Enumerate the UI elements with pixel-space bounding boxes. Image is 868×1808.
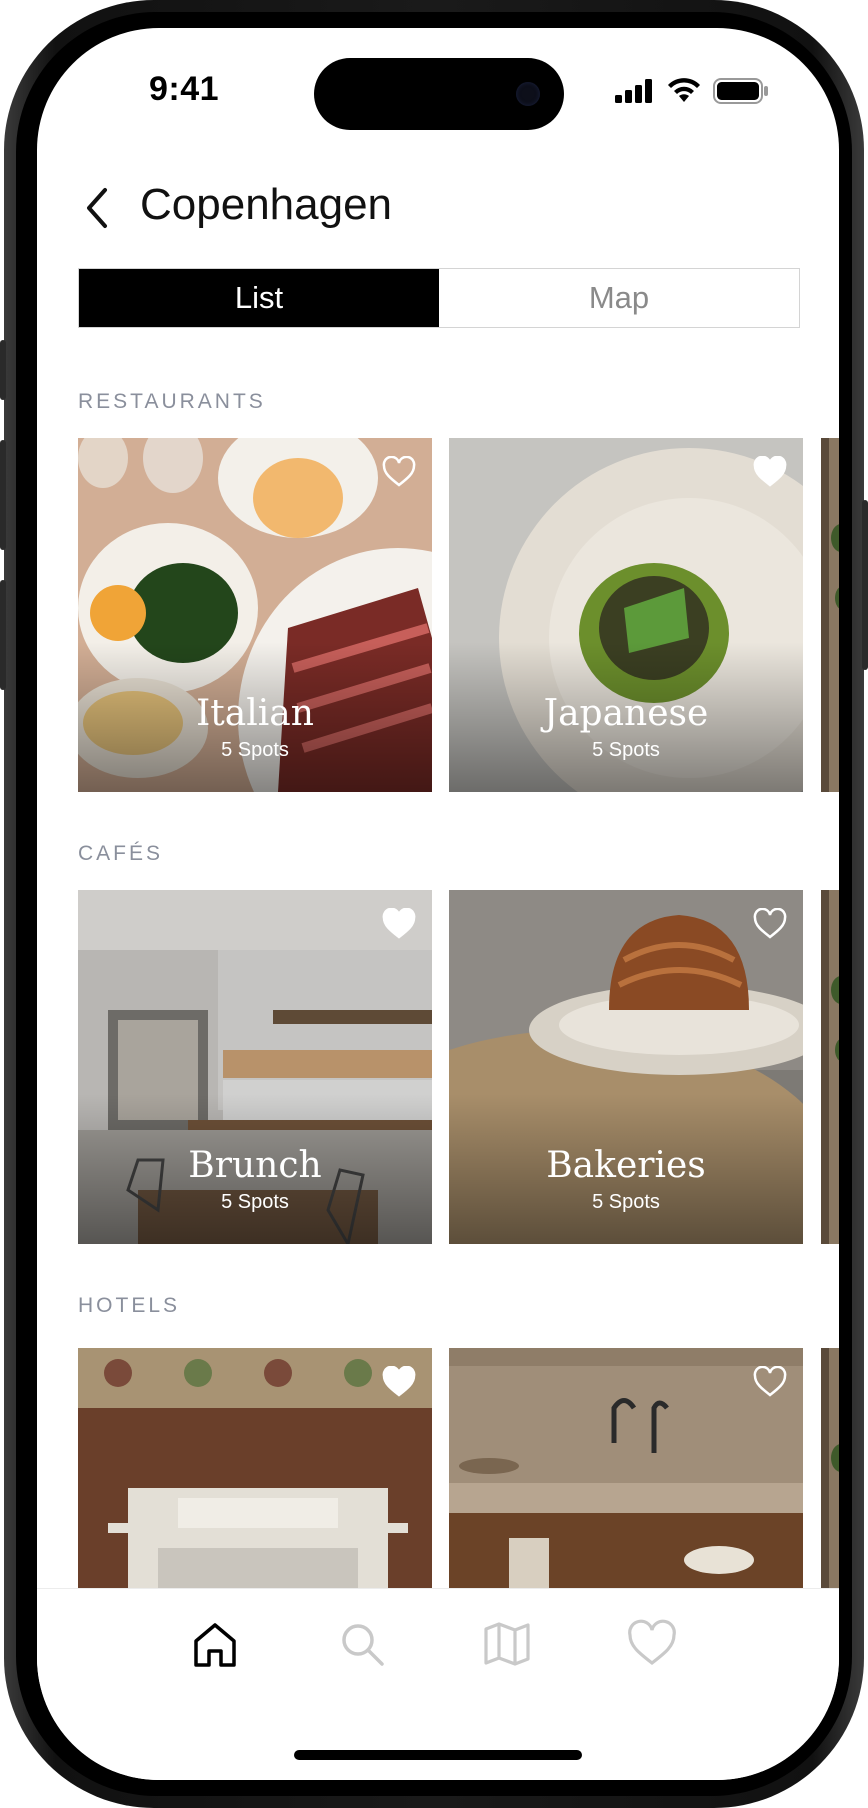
page-title: Copenhagen [140, 180, 393, 229]
view-toggle: List Map [78, 268, 800, 328]
card-peek[interactable] [821, 1348, 839, 1588]
peek-photo [821, 1348, 839, 1588]
favorite-heart-outline-icon[interactable] [753, 908, 787, 940]
card-bakeries[interactable]: Bakeries 5 Spots [449, 890, 803, 1244]
status-time: 9:41 [149, 70, 220, 108]
favorite-heart-filled-icon[interactable] [382, 908, 416, 940]
wifi-icon [668, 78, 700, 102]
action-button [0, 340, 6, 400]
volume-up-button [0, 440, 6, 550]
home-icon[interactable] [190, 1619, 240, 1669]
card-subtitle: 5 Spots [221, 739, 289, 761]
map-tab[interactable]: Map [439, 269, 799, 327]
card-hotel-2[interactable] [449, 1348, 803, 1588]
card-subtitle: 5 Spots [592, 739, 660, 761]
peek-photo [821, 438, 839, 792]
card-subtitle: 5 Spots [592, 1191, 660, 1213]
battery-icon [713, 78, 768, 104]
section-label-restaurants: RESTAURANTS [78, 390, 266, 413]
card-hotel-1[interactable] [78, 1348, 432, 1588]
hotel-bathroom-photo [449, 1348, 803, 1588]
search-icon[interactable] [337, 1619, 387, 1669]
dynamic-island [314, 58, 564, 130]
card-title: Japanese [543, 693, 709, 734]
section-label-cafes: CAFÉS [78, 842, 164, 865]
map-icon[interactable] [482, 1619, 532, 1669]
status-icons [615, 78, 769, 104]
card-title: Bakeries [546, 1145, 706, 1186]
home-indicator [294, 1750, 582, 1760]
card-peek[interactable] [821, 438, 839, 792]
camera-icon [516, 82, 540, 106]
favorite-heart-filled-icon[interactable] [382, 1366, 416, 1398]
favorite-heart-filled-icon[interactable] [753, 456, 787, 488]
list-tab[interactable]: List [79, 269, 439, 327]
favorite-heart-outline-icon[interactable] [753, 1366, 787, 1398]
hotel-bedroom-photo [78, 1348, 432, 1588]
back-chevron-icon[interactable] [79, 186, 119, 230]
cafes-carousel: Brunch 5 Spots Bakeries 5 Spots [78, 890, 839, 1244]
screen: 9:41 Copenhagen List Map RESTAURANTS Ita… [37, 28, 839, 1780]
heart-icon[interactable] [627, 1619, 677, 1669]
signal-icon [615, 79, 652, 103]
restaurants-carousel: Italian 5 Spots Japanese 5 Spots [78, 438, 839, 792]
phone-frame: 9:41 Copenhagen List Map RESTAURANTS Ita… [0, 0, 868, 1808]
card-italian[interactable]: Italian 5 Spots [78, 438, 432, 792]
card-japanese[interactable]: Japanese 5 Spots [449, 438, 803, 792]
hotels-carousel [78, 1348, 839, 1588]
peek-photo [821, 890, 839, 1244]
card-title: Brunch [188, 1145, 322, 1186]
volume-down-button [0, 580, 6, 690]
card-peek[interactable] [821, 890, 839, 1244]
card-title: Italian [196, 693, 314, 734]
power-button [862, 500, 868, 670]
favorite-heart-outline-icon[interactable] [382, 456, 416, 488]
navigation-bar: Copenhagen [37, 168, 839, 248]
section-label-hotels: HOTELS [78, 1294, 181, 1317]
card-brunch[interactable]: Brunch 5 Spots [78, 890, 432, 1244]
card-subtitle: 5 Spots [221, 1191, 289, 1213]
